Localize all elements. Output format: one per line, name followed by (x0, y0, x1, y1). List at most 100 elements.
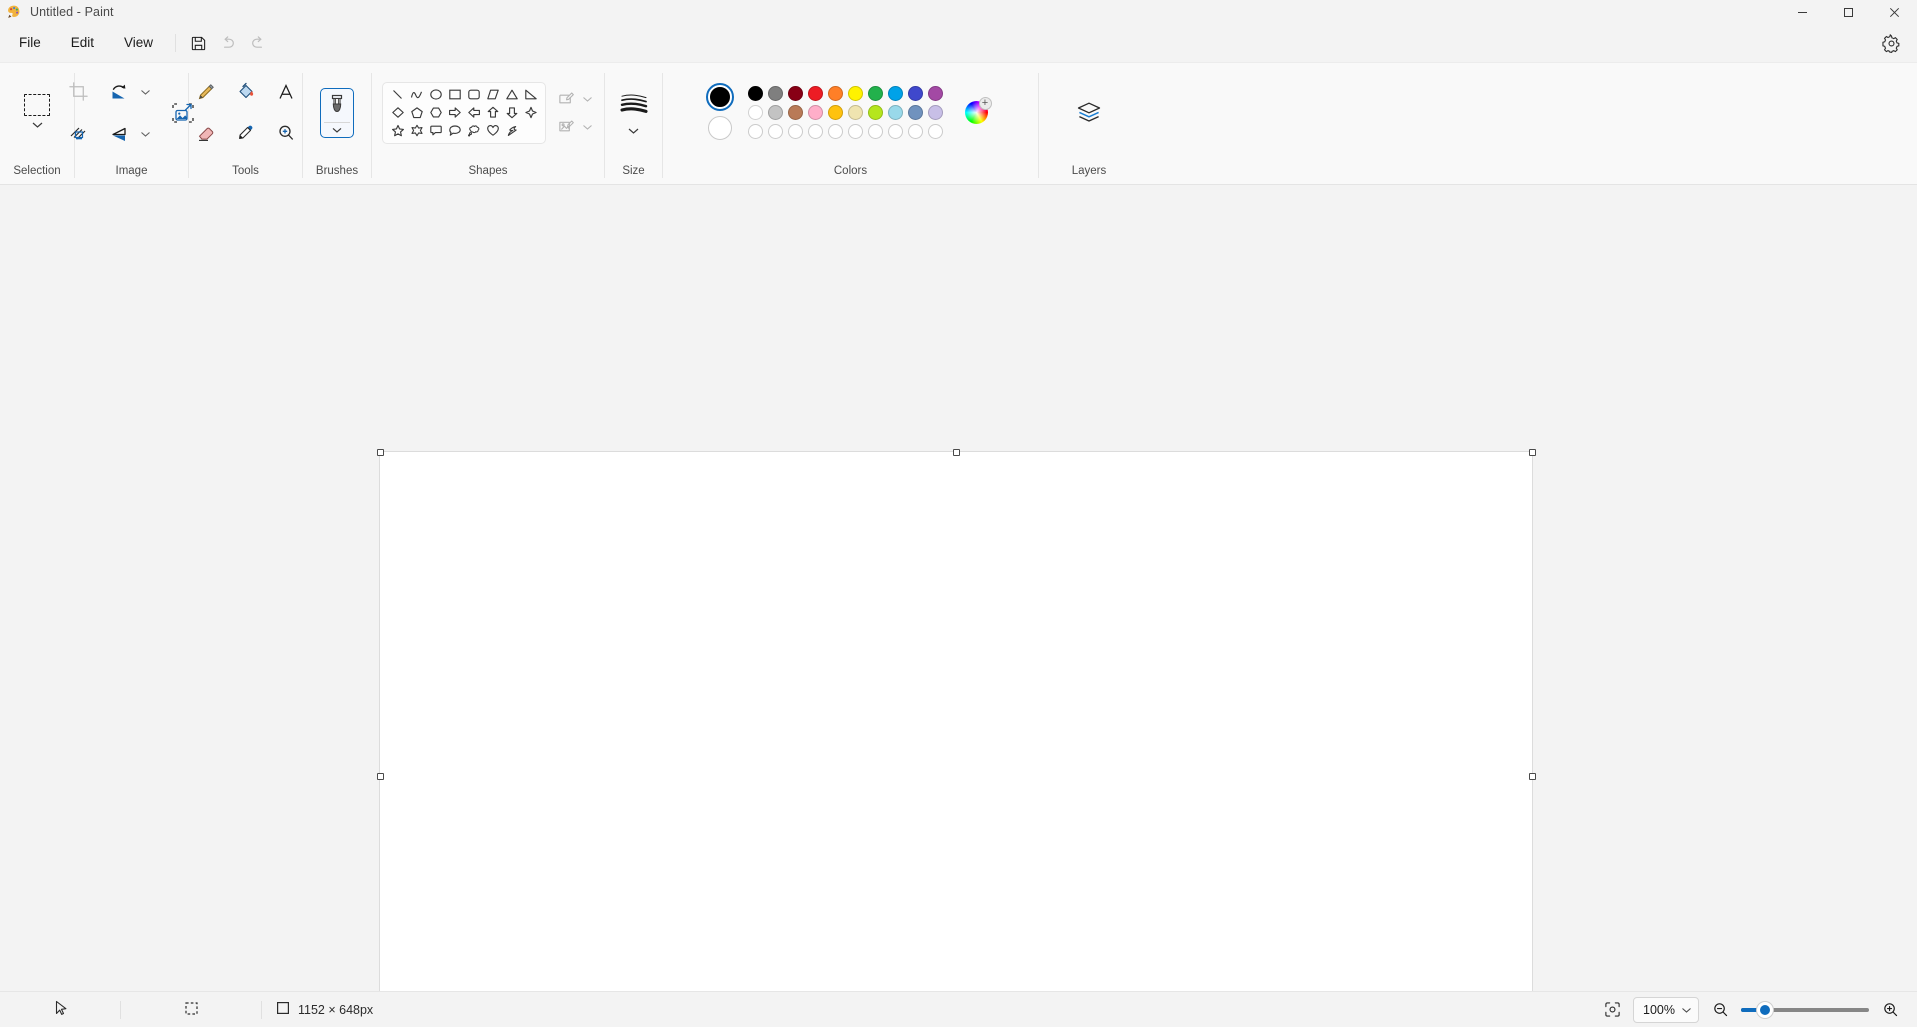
shape-up-arrow[interactable] (483, 104, 502, 122)
palette-swatch-r2-c6[interactable] (848, 105, 863, 120)
menu-file[interactable]: File (7, 31, 53, 55)
crop-tool[interactable] (59, 72, 99, 112)
shape-rounded-callout[interactable] (426, 122, 445, 140)
shape-triangle[interactable] (502, 86, 521, 104)
shape-hexagon[interactable] (426, 104, 445, 122)
shape-six-point-star[interactable] (407, 122, 426, 140)
paint-canvas[interactable] (380, 452, 1532, 991)
shape-heart[interactable] (483, 122, 502, 140)
redo-button[interactable] (243, 28, 273, 58)
resize-handle-top-center[interactable] (952, 448, 960, 456)
brush-size-chevron-down-icon[interactable] (627, 123, 640, 137)
palette-swatch-r1-c9[interactable] (908, 86, 923, 101)
brushes-button[interactable] (320, 87, 354, 138)
edit-colors-button[interactable]: + (960, 96, 994, 130)
maximize-button[interactable] (1825, 0, 1871, 24)
magnifier-tool[interactable] (266, 113, 306, 153)
zoom-in-button[interactable] (1875, 996, 1905, 1024)
shape-left-arrow[interactable] (464, 104, 483, 122)
palette-swatch-r3-c8[interactable] (888, 124, 903, 139)
shape-diamond[interactable] (388, 104, 407, 122)
close-button[interactable] (1871, 0, 1917, 24)
shape-rectangle[interactable] (445, 86, 464, 104)
menu-view[interactable]: View (112, 31, 165, 55)
brushes-chevron-down-icon[interactable] (331, 123, 343, 137)
rotate-dropdown-chevron-down-icon[interactable] (139, 79, 153, 105)
shape-curve[interactable] (407, 86, 426, 104)
palette-swatch-r1-c4[interactable] (808, 86, 823, 101)
shape-fill-button[interactable] (552, 114, 580, 140)
shape-rounded-rectangle[interactable] (464, 86, 483, 104)
palette-swatch-r3-c1[interactable] (748, 124, 763, 139)
settings-button[interactable] (1875, 27, 1907, 59)
zoom-slider-knob[interactable] (1757, 1001, 1773, 1018)
palette-swatch-r1-c8[interactable] (888, 86, 903, 101)
palette-swatch-r3-c2[interactable] (768, 124, 783, 139)
canvas-area[interactable] (0, 185, 1917, 991)
shape-lightning[interactable] (502, 122, 521, 140)
resize-handle-middle-left[interactable] (376, 772, 384, 780)
resize-handle-top-right[interactable] (1528, 448, 1536, 456)
brush-size-button[interactable] (614, 88, 654, 137)
shape-five-point-star[interactable] (388, 122, 407, 140)
menu-edit[interactable]: Edit (59, 31, 106, 55)
palette-swatch-r2-c8[interactable] (888, 105, 903, 120)
shape-right-arrow[interactable] (445, 104, 464, 122)
shape-parallelogram[interactable] (483, 86, 502, 104)
palette-swatch-r1-c1[interactable] (748, 86, 763, 101)
undo-button[interactable] (213, 28, 243, 58)
shape-outline-chevron-down-icon[interactable] (580, 86, 594, 112)
palette-swatch-r2-c9[interactable] (908, 105, 923, 120)
pencil-tool[interactable] (186, 72, 226, 112)
zoom-slider[interactable] (1741, 1001, 1869, 1019)
save-button[interactable] (183, 28, 213, 58)
eraser-tool[interactable] (186, 113, 226, 153)
shape-fill-chevron-down-icon[interactable] (580, 114, 594, 140)
minimize-button[interactable] (1779, 0, 1825, 24)
shape-oval[interactable] (426, 86, 445, 104)
flip-dropdown-chevron-down-icon[interactable] (139, 121, 153, 147)
shape-four-point-star[interactable] (521, 104, 540, 122)
palette-swatch-r3-c4[interactable] (808, 124, 823, 139)
palette-swatch-r3-c6[interactable] (848, 124, 863, 139)
layers-button[interactable] (1067, 91, 1111, 135)
palette-swatch-r1-c3[interactable] (788, 86, 803, 101)
color-picker-tool[interactable] (226, 113, 266, 153)
chevron-down-icon[interactable] (31, 117, 44, 131)
zoom-level-select[interactable]: 100% (1633, 996, 1699, 1023)
palette-swatch-r2-c4[interactable] (808, 105, 823, 120)
resize-handle-middle-right[interactable] (1528, 772, 1536, 780)
shape-pentagon[interactable] (407, 104, 426, 122)
palette-swatch-r2-c7[interactable] (868, 105, 883, 120)
palette-swatch-r2-c10[interactable] (928, 105, 943, 120)
shape-outline-button[interactable] (552, 86, 580, 112)
zoom-out-button[interactable] (1705, 996, 1735, 1024)
palette-swatch-r2-c5[interactable] (828, 105, 843, 120)
rectangular-selection-tool[interactable] (24, 94, 50, 131)
fit-to-window-button[interactable] (1597, 996, 1627, 1024)
palette-swatch-r3-c9[interactable] (908, 124, 923, 139)
shape-down-arrow[interactable] (502, 104, 521, 122)
resize-skew-tool[interactable] (59, 114, 99, 154)
secondary-color-swatch[interactable] (707, 116, 732, 140)
resize-handle-top-left[interactable] (376, 448, 384, 456)
palette-swatch-r3-c3[interactable] (788, 124, 803, 139)
text-tool[interactable] (266, 72, 306, 112)
palette-swatch-r1-c5[interactable] (828, 86, 843, 101)
palette-swatch-r2-c1[interactable] (748, 105, 763, 120)
shape-oval-callout[interactable] (445, 122, 464, 140)
flip-tool[interactable] (99, 114, 139, 154)
shape-line[interactable] (388, 86, 407, 104)
palette-swatch-r3-c7[interactable] (868, 124, 883, 139)
palette-swatch-r1-c2[interactable] (768, 86, 783, 101)
palette-swatch-r3-c10[interactable] (928, 124, 943, 139)
rotate-tool[interactable] (99, 72, 139, 112)
palette-swatch-r1-c7[interactable] (868, 86, 883, 101)
palette-swatch-r1-c6[interactable] (848, 86, 863, 101)
shape-right-triangle[interactable] (521, 86, 540, 104)
shape-cloud-callout[interactable] (464, 122, 483, 140)
fill-tool[interactable] (226, 72, 266, 112)
palette-swatch-r1-c10[interactable] (928, 86, 943, 101)
palette-swatch-r3-c5[interactable] (828, 124, 843, 139)
palette-swatch-r2-c2[interactable] (768, 105, 783, 120)
